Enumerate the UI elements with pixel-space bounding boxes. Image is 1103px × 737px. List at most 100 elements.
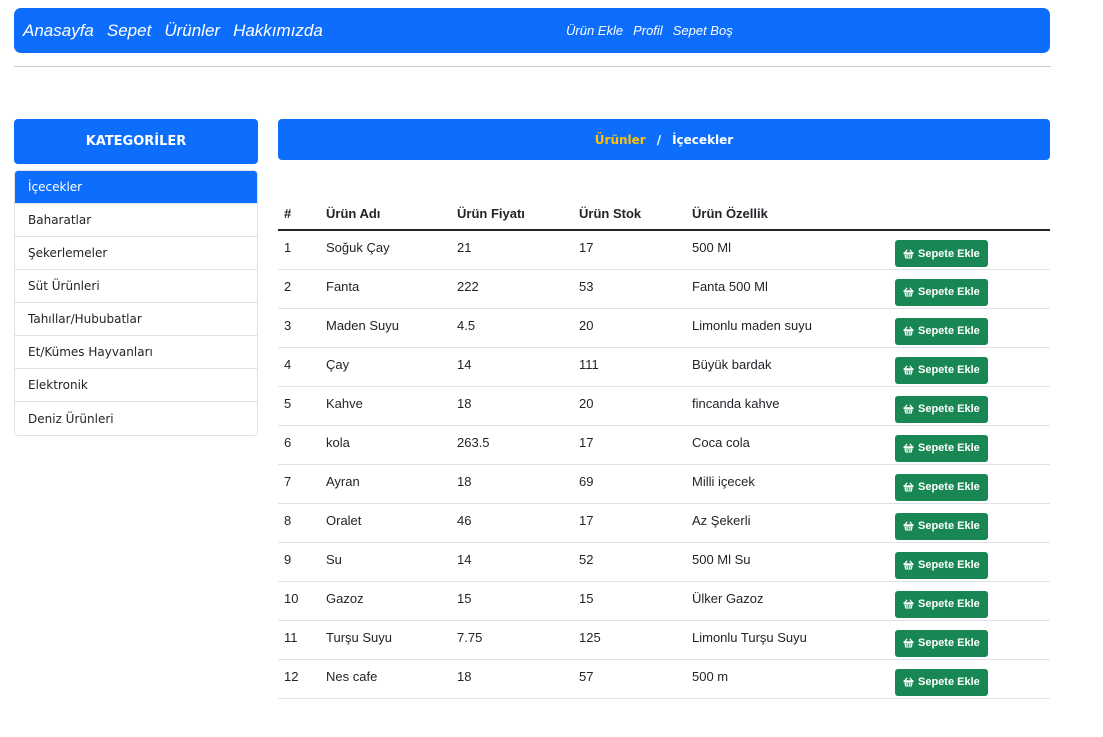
add-to-cart-label: Sepete Ekle — [918, 676, 980, 688]
table-body: 1 Soğuk Çay 21 17 500 Ml Sepete Ekle 2 Fanta 222… — [278, 230, 1050, 699]
add-to-cart-button[interactable]: Sepete Ekle — [895, 473, 988, 501]
breadcrumb: Ürünler / İçecekler — [278, 119, 1050, 160]
product-price-cell: 222 — [451, 269, 573, 309]
product-name-cell: Nes cafe — [320, 659, 451, 699]
category-list: İçecekler Baharatlar Şekerlemeler Süt Ürünl… — [14, 170, 258, 436]
row-index-cell: 11 — [278, 620, 320, 660]
nav-link-products[interactable]: Ürünler — [164, 21, 220, 41]
product-feature-cell: Limonlu Turşu Suyu — [686, 620, 889, 660]
column-header-name: Ürün Adı — [320, 198, 451, 231]
product-name-cell: Fanta — [320, 269, 451, 309]
row-index-cell: 3 — [278, 308, 320, 348]
nav-link-cart[interactable]: Sepet — [107, 21, 151, 41]
divider — [14, 66, 1051, 67]
product-stock-cell: 17 — [573, 503, 686, 543]
breadcrumb-current: İçecekler — [672, 132, 734, 147]
column-header-feature: Ürün Özellik — [686, 198, 889, 231]
add-to-cart-button[interactable]: Sepete Ekle — [895, 629, 988, 657]
category-item[interactable]: Şekerlemeler — [15, 237, 257, 270]
add-to-cart-button[interactable]: Sepete Ekle — [895, 240, 988, 267]
categories-header: KATEGORİLER — [14, 119, 258, 164]
category-item[interactable]: Baharatlar — [15, 204, 257, 237]
category-item[interactable]: Elektronik — [15, 369, 257, 402]
add-to-cart-label: Sepete Ekle — [918, 325, 980, 337]
add-to-cart-button[interactable]: Sepete Ekle — [895, 668, 988, 696]
row-index-cell: 1 — [278, 230, 320, 270]
basket-icon — [903, 443, 918, 453]
add-to-cart-label: Sepete Ekle — [918, 364, 980, 376]
table-row: 12 Nes cafe 18 57 500 m Sepete Ekle — [278, 659, 1050, 699]
product-price-cell: 21 — [451, 230, 573, 270]
nav-link-profile[interactable]: Profil — [633, 23, 663, 38]
product-name-cell: Soğuk Çay — [320, 230, 451, 270]
table-row: 2 Fanta 222 53 Fanta 500 Ml Sepete Ekle — [278, 269, 1050, 309]
add-to-cart-button[interactable]: Sepete Ekle — [895, 356, 988, 384]
product-feature-cell: Ülker Gazoz — [686, 581, 889, 621]
add-to-cart-label: Sepete Ekle — [918, 637, 980, 649]
table-header-row: # Ürün Adı Ürün Fiyatı Ürün Stok Ürün Öz… — [278, 198, 1050, 231]
product-stock-cell: 17 — [573, 425, 686, 465]
add-to-cart-button[interactable]: Sepete Ekle — [895, 317, 988, 345]
table-row: 9 Su 14 52 500 Ml Su Sepete Ekle — [278, 542, 1050, 582]
table-row: 6 kola 263.5 17 Coca cola Sepete Ekle — [278, 425, 1050, 465]
action-cell: Sepete Ekle — [889, 347, 1050, 387]
breadcrumb-separator: / — [656, 132, 662, 147]
product-price-cell: 7.75 — [451, 620, 573, 660]
nav-link-cart-status[interactable]: Sepet Boş — [673, 23, 733, 38]
product-stock-cell: 57 — [573, 659, 686, 699]
column-header-index: # — [278, 198, 320, 231]
table-row: 8 Oralet 46 17 Az Şekerli Sepete Ekle — [278, 503, 1050, 543]
table-row: 11 Turşu Suyu 7.75 125 Limonlu Turşu Suyu Sep… — [278, 620, 1050, 660]
add-to-cart-button[interactable]: Sepete Ekle — [895, 278, 988, 306]
category-item[interactable]: Deniz Ürünleri — [15, 402, 257, 435]
product-price-cell: 15 — [451, 581, 573, 621]
category-item[interactable]: Et/Kümes Hayvanları — [15, 336, 257, 369]
add-to-cart-label: Sepete Ekle — [918, 559, 980, 571]
category-item[interactable]: Süt Ürünleri — [15, 270, 257, 303]
add-to-cart-label: Sepete Ekle — [918, 403, 980, 415]
add-to-cart-button[interactable]: Sepete Ekle — [895, 551, 988, 579]
table-row: 10 Gazoz 15 15 Ülker Gazoz Sepete Ekle — [278, 581, 1050, 621]
column-header-price: Ürün Fiyatı — [451, 198, 573, 231]
action-cell: Sepete Ekle — [889, 503, 1050, 543]
product-name-cell: Maden Suyu — [320, 308, 451, 348]
category-item[interactable]: İçecekler — [15, 171, 257, 204]
nav-link-about[interactable]: Hakkımızda — [233, 21, 323, 41]
category-item[interactable]: Tahıllar/Hububatlar — [15, 303, 257, 336]
product-feature-cell: Büyük bardak — [686, 347, 889, 387]
add-to-cart-button[interactable]: Sepete Ekle — [895, 512, 988, 540]
product-price-cell: 263.5 — [451, 425, 573, 465]
product-price-cell: 46 — [451, 503, 573, 543]
row-index-cell: 5 — [278, 386, 320, 426]
top-navbar: Anasayfa Sepet Ürünler Hakkımızda Ürün E… — [14, 8, 1050, 53]
row-index-cell: 2 — [278, 269, 320, 309]
add-to-cart-button[interactable]: Sepete Ekle — [895, 395, 988, 423]
action-cell: Sepete Ekle — [889, 659, 1050, 699]
product-stock-cell: 15 — [573, 581, 686, 621]
row-index-cell: 10 — [278, 581, 320, 621]
row-index-cell: 4 — [278, 347, 320, 387]
add-to-cart-button[interactable]: Sepete Ekle — [895, 590, 988, 618]
table-row: 7 Ayran 18 69 Milli içecek Sepete Ekle — [278, 464, 1050, 504]
column-header-action — [889, 198, 1050, 231]
product-stock-cell: 52 — [573, 542, 686, 582]
add-to-cart-label: Sepete Ekle — [918, 247, 980, 260]
product-stock-cell: 111 — [573, 347, 686, 387]
product-stock-cell: 17 — [573, 230, 686, 270]
table-row: 3 Maden Suyu 4.5 20 Limonlu maden suyu Sepete… — [278, 308, 1050, 348]
product-price-cell: 14 — [451, 347, 573, 387]
product-name-cell: Turşu Suyu — [320, 620, 451, 660]
product-name-cell: Oralet — [320, 503, 451, 543]
product-feature-cell: fincanda kahve — [686, 386, 889, 426]
add-to-cart-button[interactable]: Sepete Ekle — [895, 434, 988, 462]
product-name-cell: Ayran — [320, 464, 451, 504]
basket-icon — [903, 599, 918, 609]
action-cell: Sepete Ekle — [889, 464, 1050, 504]
basket-icon — [903, 521, 918, 531]
product-stock-cell: 125 — [573, 620, 686, 660]
nav-link-home[interactable]: Anasayfa — [23, 21, 94, 41]
table-row: 4 Çay 14 111 Büyük bardak Sepete Ekle — [278, 347, 1050, 387]
action-cell: Sepete Ekle — [889, 386, 1050, 426]
nav-link-add-product[interactable]: Ürün Ekle — [566, 23, 623, 38]
breadcrumb-link-products[interactable]: Ürünler — [595, 133, 646, 147]
